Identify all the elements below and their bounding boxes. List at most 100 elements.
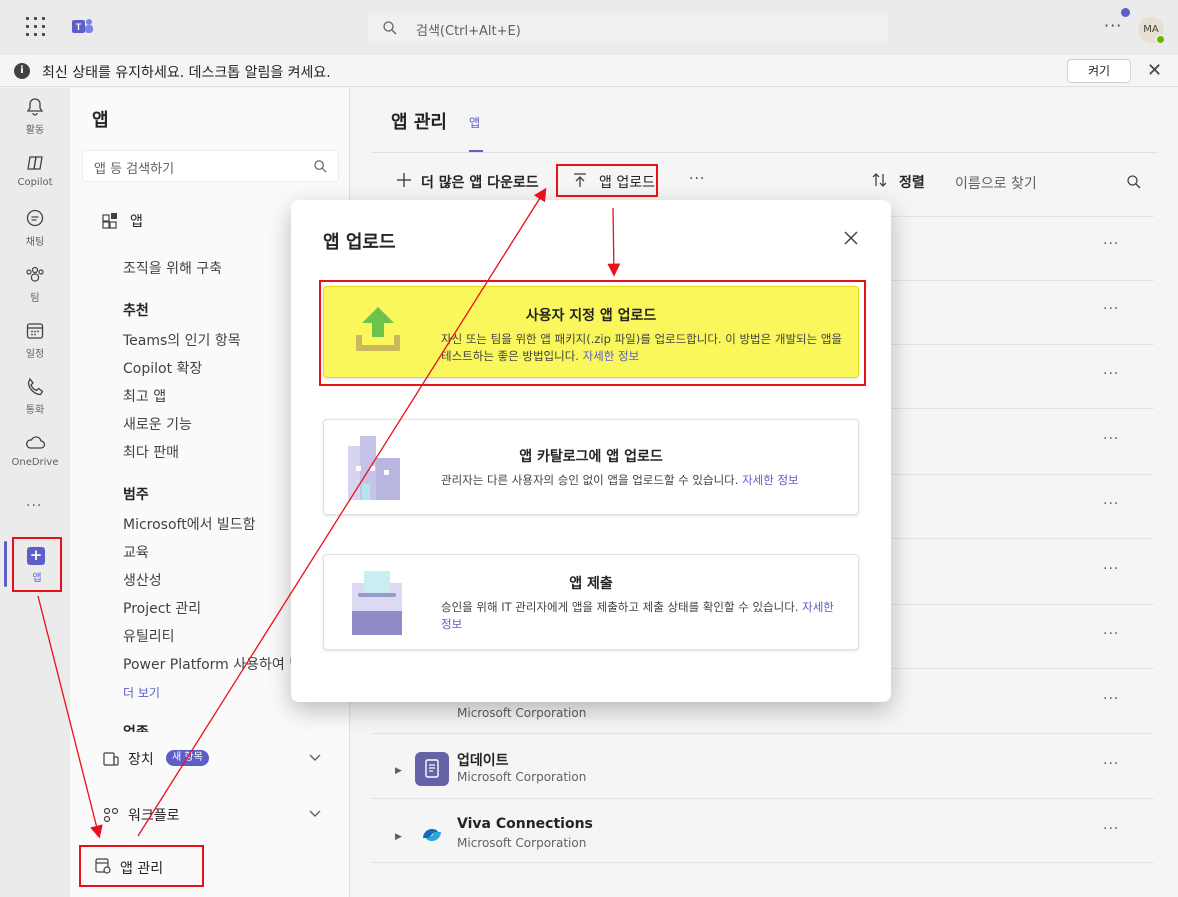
row-more-icon[interactable]: ··· bbox=[1103, 626, 1119, 642]
option-description: 관리자는 다른 사용자의 승인 없이 앱을 업로드할 수 있습니다. 자세한 정… bbox=[441, 472, 846, 489]
banner-message: 최신 상태를 유지하세요. 데스크톱 알림을 켜세요. bbox=[42, 65, 331, 81]
rail-item-copilot[interactable]: Copilot bbox=[0, 152, 70, 188]
search-icon bbox=[1127, 175, 1141, 189]
teams-icon bbox=[26, 266, 44, 282]
row-more-icon[interactable]: ··· bbox=[1103, 691, 1119, 707]
divider bbox=[371, 152, 1158, 153]
cloud-icon bbox=[26, 436, 46, 449]
row-more-icon[interactable]: ··· bbox=[1103, 561, 1119, 577]
row-more-icon[interactable]: ··· bbox=[1103, 236, 1119, 252]
sidebar-item-popular[interactable]: Teams의 인기 항목 bbox=[123, 330, 241, 350]
search-placeholder: 이름으로 찾기 bbox=[955, 176, 1037, 192]
title-bar: T 검색(Ctrl+Alt+E) ··· MA bbox=[0, 0, 1178, 55]
expand-caret-icon[interactable]: ▶ bbox=[395, 832, 402, 842]
rail-item-activity[interactable]: 활동 bbox=[0, 96, 70, 136]
upload-app-dialog: 앱 업로드 사용자 지정 앱 업로드 자신 또는 팀을 위한 앱 패키지(.zi… bbox=[291, 200, 891, 702]
sidebar-item-education[interactable]: 교육 bbox=[123, 542, 149, 562]
expand-caret-icon[interactable]: ▶ bbox=[395, 766, 402, 776]
learn-more-link[interactable]: 자세한 정보 bbox=[742, 473, 799, 487]
rail-item-calendar[interactable]: 일정 bbox=[0, 320, 70, 360]
sidebar-item-top-selling[interactable]: 최다 판매 bbox=[123, 442, 179, 462]
close-icon[interactable] bbox=[843, 230, 859, 246]
sidebar-item-copilot-ext[interactable]: Copilot 확장 bbox=[123, 358, 202, 378]
updates-app-icon bbox=[415, 752, 449, 786]
sidebar-item-workflows[interactable]: 워크플로 bbox=[102, 800, 322, 830]
submit-app-option[interactable]: 앱 제출 승인을 위해 IT 관리자에게 앱을 제출하고 제출 상태를 확인할 … bbox=[323, 554, 859, 650]
chevron-down-icon[interactable] bbox=[308, 806, 322, 820]
rail-label: 채팅 bbox=[25, 237, 45, 248]
rail-item-onedrive[interactable]: OneDrive bbox=[0, 432, 70, 468]
search-icon bbox=[314, 160, 327, 173]
annotation-box-rail-apps bbox=[12, 537, 62, 592]
annotation-box-upload bbox=[556, 164, 658, 197]
device-icon bbox=[103, 752, 119, 766]
option-description: 승인을 위해 IT 관리자에게 앱을 제출하고 제출 상태를 확인할 수 있습니… bbox=[441, 599, 846, 633]
app-name: 업데이트 bbox=[457, 753, 509, 769]
find-by-name-input[interactable]: 이름으로 찾기 bbox=[945, 166, 1148, 198]
table-row[interactable]: ▶ Viva Connections Microsoft Corporation bbox=[391, 816, 791, 860]
sidebar-item-devices[interactable]: 장치 새 항목 bbox=[102, 744, 322, 774]
sidebar-item-label: 앱 bbox=[130, 214, 143, 230]
sidebar-item-whats-new[interactable]: 새로운 기능 bbox=[123, 414, 192, 434]
more-apps-icon[interactable]: ··· bbox=[26, 498, 42, 514]
sidebar-item-utilities[interactable]: 유틸리티 bbox=[123, 626, 175, 646]
upload-to-catalog-option[interactable]: 앱 카탈로그에 앱 업로드 관리자는 다른 사용자의 승인 없이 앱을 업로드할… bbox=[323, 419, 859, 515]
sidebar-item-label: 워크플로 bbox=[128, 808, 180, 824]
status-available-icon bbox=[1155, 34, 1166, 45]
row-divider bbox=[371, 733, 1154, 734]
download-more-apps-button[interactable]: 더 많은 앱 다운로드 bbox=[395, 168, 550, 198]
sidebar-title: 앱 bbox=[92, 110, 109, 131]
rail-label: 통화 bbox=[25, 405, 45, 416]
row-more-icon[interactable]: ··· bbox=[1103, 301, 1119, 317]
app-publisher: Microsoft Corporation bbox=[457, 836, 587, 850]
copilot-icon bbox=[27, 156, 43, 170]
notification-banner: i 최신 상태를 유지하세요. 데스크톱 알림을 켜세요. 켜기 ✕ bbox=[0, 55, 1178, 87]
info-icon: i bbox=[14, 63, 30, 79]
show-more-link[interactable]: 더 보기 bbox=[123, 684, 160, 701]
left-rail: 활동 Copilot 채팅 팀 일정 통화 OneDrive ··· + 앱 bbox=[0, 88, 70, 897]
more-options-icon[interactable]: ··· bbox=[689, 171, 705, 187]
active-indicator bbox=[4, 541, 7, 587]
sidebar-item-label: 장치 bbox=[128, 752, 154, 768]
page-title: 앱 관리 bbox=[391, 112, 447, 133]
sort-button[interactable]: 정렬 bbox=[871, 168, 931, 198]
rail-label: 활동 bbox=[25, 125, 45, 136]
turn-on-button[interactable]: 켜기 bbox=[1067, 59, 1131, 83]
apps-search-input[interactable]: 앱 등 검색하기 bbox=[82, 150, 339, 182]
rail-item-teams[interactable]: 팀 bbox=[0, 264, 70, 304]
description-text: 관리자는 다른 사용자의 승인 없이 앱을 업로드할 수 있습니다. bbox=[441, 473, 739, 487]
rail-item-chat[interactable]: 채팅 bbox=[0, 208, 70, 248]
close-icon[interactable]: ✕ bbox=[1147, 60, 1162, 81]
rail-label: 일정 bbox=[25, 349, 45, 360]
search-placeholder: 앱 등 검색하기 bbox=[94, 162, 175, 177]
sidebar-item-built-by-microsoft[interactable]: Microsoft에서 빌드함 bbox=[123, 514, 256, 534]
row-more-icon[interactable]: ··· bbox=[1103, 366, 1119, 382]
sidebar-item-productivity[interactable]: 생산성 bbox=[123, 570, 162, 590]
row-divider bbox=[371, 862, 1154, 863]
option-title: 앱 제출 bbox=[569, 576, 613, 592]
rail-label: 팀 bbox=[30, 293, 40, 304]
bell-icon bbox=[26, 98, 44, 116]
building-icon bbox=[348, 436, 400, 500]
row-more-icon[interactable]: ··· bbox=[1103, 496, 1119, 512]
annotation-box-custom-upload bbox=[319, 280, 866, 386]
button-label: 더 많은 앱 다운로드 bbox=[421, 175, 539, 191]
row-more-icon[interactable]: ··· bbox=[1103, 756, 1119, 772]
row-more-icon[interactable]: ··· bbox=[1103, 821, 1119, 837]
viva-connections-icon bbox=[415, 818, 449, 852]
avatar-initials: MA bbox=[1143, 24, 1159, 35]
table-row[interactable]: ▶ 업데이트 Microsoft Corporation bbox=[391, 750, 791, 794]
sidebar-item-project-management[interactable]: Project 관리 bbox=[123, 598, 201, 618]
sort-icon bbox=[872, 173, 887, 187]
sidebar-item-top-apps[interactable]: 최고 앱 bbox=[123, 386, 166, 406]
app-launcher-icon[interactable] bbox=[26, 17, 46, 37]
annotation-box-manage-apps bbox=[79, 845, 204, 887]
global-search-input[interactable]: 검색(Ctrl+Alt+E) bbox=[368, 13, 888, 43]
row-more-icon[interactable]: ··· bbox=[1103, 431, 1119, 447]
sidebar-item-build[interactable]: 조직을 위해 구축 bbox=[123, 258, 222, 278]
tab-apps[interactable]: 앱 bbox=[469, 114, 480, 131]
rail-item-calls[interactable]: 통화 bbox=[0, 376, 70, 416]
chevron-down-icon[interactable] bbox=[308, 750, 322, 764]
more-options-icon[interactable]: ··· bbox=[1104, 16, 1122, 35]
avatar[interactable]: MA bbox=[1138, 17, 1166, 45]
